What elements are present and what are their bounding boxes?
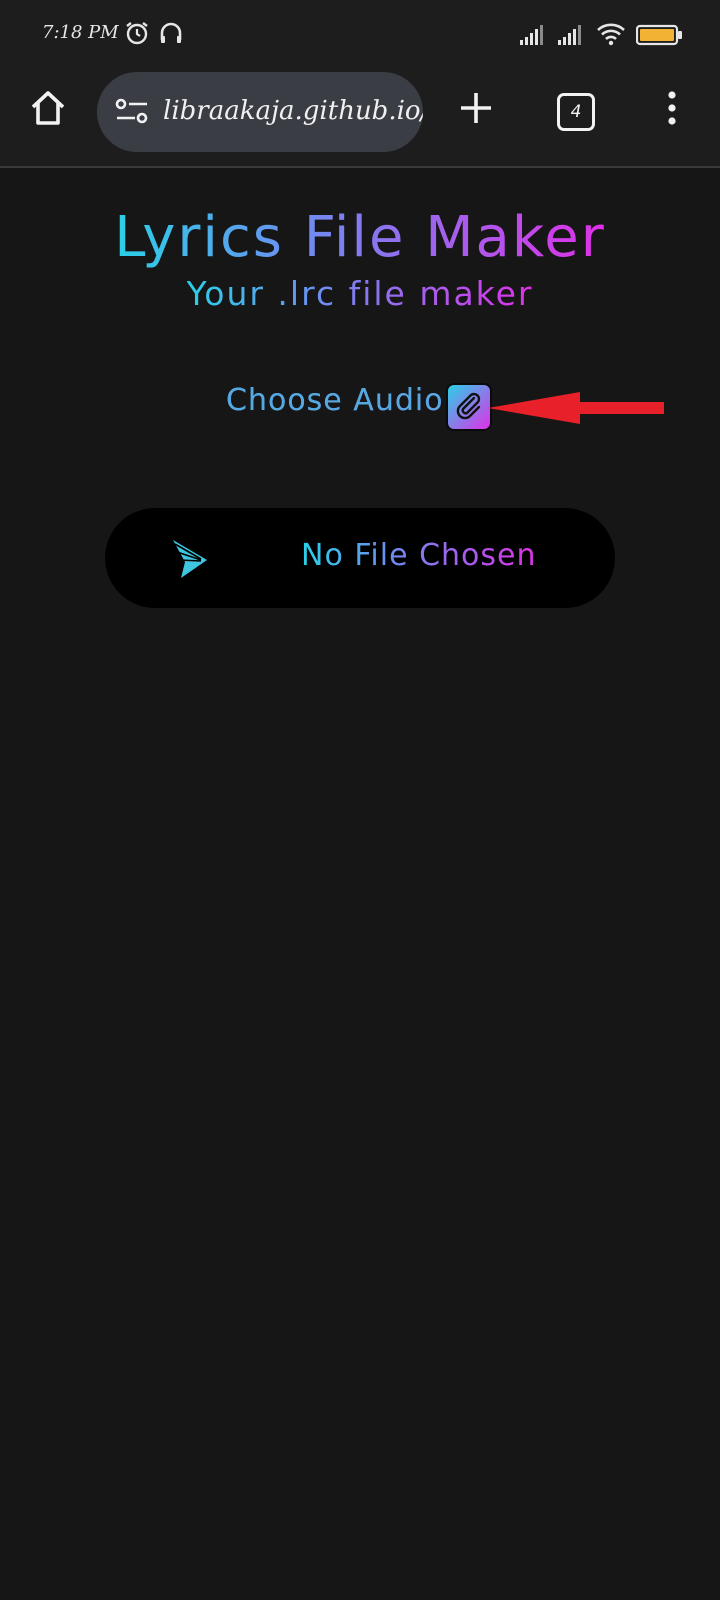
browser-toolbar: libraakaja.github.io/L 4 [0, 68, 720, 168]
new-tab-icon [458, 90, 494, 130]
wifi-icon [596, 22, 626, 50]
url-bar[interactable]: libraakaja.github.io/L [97, 72, 423, 152]
alarm-icon [124, 20, 150, 50]
status-bar: 7:18 PM [0, 0, 720, 68]
more-menu-icon [666, 90, 678, 130]
page-subtitle-text: Your .lrc file maker [186, 274, 534, 313]
file-status-text: No File Chosen [301, 538, 537, 573]
headphones-icon [158, 20, 184, 50]
tab-switcher-icon: 4 [557, 93, 595, 131]
home-button[interactable] [24, 86, 72, 134]
site-settings-icon[interactable] [115, 96, 149, 132]
more-menu-button[interactable] [648, 86, 696, 134]
choose-audio-button[interactable] [446, 383, 492, 431]
new-tab-button[interactable] [452, 86, 500, 134]
tab-switcher-button[interactable]: 4 [552, 88, 600, 136]
page-title-text: Lyrics File Maker [114, 205, 606, 270]
page-subtitle: Your .lrc file maker [0, 274, 720, 313]
signal-icon [520, 24, 548, 50]
file-status-box: No File Chosen [105, 508, 615, 608]
status-time: 7:18 PM [42, 22, 119, 43]
paperclip-icon [454, 390, 484, 424]
red-arrow-annotation [488, 388, 666, 432]
signal-icon [558, 24, 586, 50]
paper-plane-icon [171, 538, 211, 582]
choose-audio-label: Choose Audio [226, 383, 444, 418]
page-title: Lyrics File Maker [0, 205, 720, 270]
battery-icon [635, 24, 684, 50]
home-icon [28, 88, 68, 132]
url-text: libraakaja.github.io/L [163, 96, 423, 126]
